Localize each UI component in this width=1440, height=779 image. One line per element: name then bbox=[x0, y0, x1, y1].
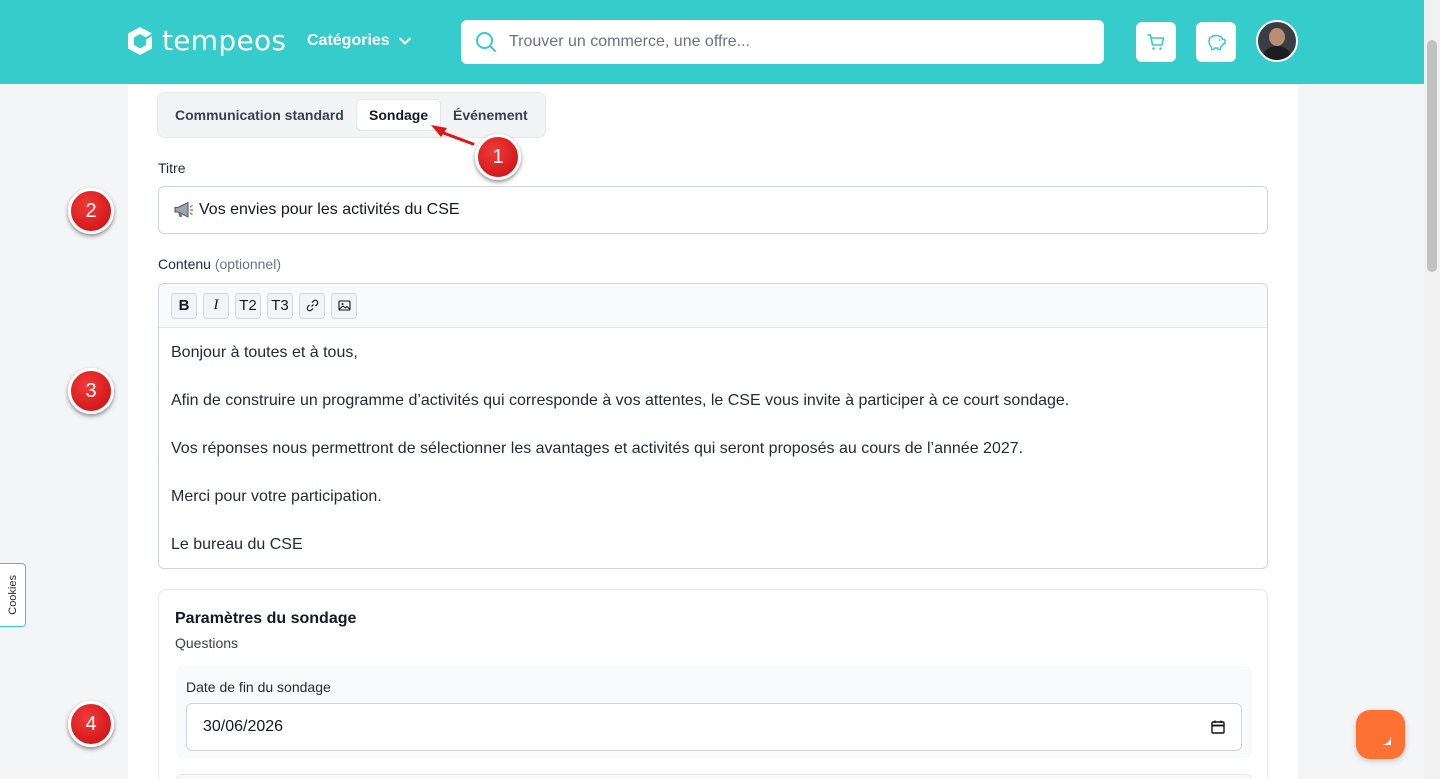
search-bar[interactable] bbox=[461, 20, 1104, 64]
calendar-icon[interactable] bbox=[1211, 720, 1225, 734]
chevron-down-icon bbox=[398, 37, 411, 45]
tab-communication-standard[interactable]: Communication standard bbox=[163, 99, 356, 131]
editor-toolbar: B I T2 T3 bbox=[159, 284, 1267, 328]
user-avatar[interactable] bbox=[1256, 20, 1298, 62]
end-date-input[interactable]: 30/06/2026 bbox=[186, 703, 1242, 751]
heading-2-button[interactable]: T2 bbox=[235, 292, 261, 319]
link-icon bbox=[306, 299, 318, 312]
categories-menu[interactable]: Catégories bbox=[307, 32, 412, 50]
logo-text: tempeos bbox=[162, 24, 287, 57]
scroll-thumb[interactable] bbox=[1427, 40, 1437, 272]
settings-subtitle: Questions bbox=[175, 635, 239, 651]
image-icon bbox=[337, 300, 351, 311]
page-scrollbar[interactable] bbox=[1424, 0, 1440, 779]
editor-content[interactable]: Bonjour à toutes et à tous, Afin de cons… bbox=[159, 328, 1267, 568]
italic-button[interactable]: I bbox=[203, 292, 229, 319]
content-paragraph: Merci pour votre participation. bbox=[171, 488, 382, 505]
end-date-value: 30/06/2026 bbox=[203, 718, 284, 735]
content-paragraph: Afin de construire un programme d’activi… bbox=[171, 392, 1070, 409]
piggy-bank-button[interactable] bbox=[1196, 22, 1236, 62]
content-paragraph: Bonjour à toutes et à tous, bbox=[171, 344, 358, 361]
next-settings-block bbox=[176, 774, 1252, 779]
settings-title: Paramètres du sondage bbox=[175, 610, 357, 627]
search-icon bbox=[476, 32, 496, 52]
content-label: Contenu (optionnel) bbox=[158, 256, 281, 272]
avatar-body bbox=[1262, 46, 1292, 60]
piggy-bank-icon bbox=[1208, 34, 1226, 51]
content-optional-hint: (optionnel) bbox=[214, 256, 281, 272]
chat-icon bbox=[1370, 724, 1391, 745]
image-button[interactable] bbox=[331, 292, 357, 319]
megaphone-icon bbox=[174, 201, 193, 218]
step-marker-2: 2 bbox=[68, 188, 114, 234]
search-input[interactable] bbox=[509, 33, 1069, 51]
title-input[interactable] bbox=[199, 201, 1099, 219]
cart-icon bbox=[1147, 34, 1165, 50]
end-date-block: Date de fin du sondage 30/06/2026 bbox=[176, 666, 1252, 758]
link-button[interactable] bbox=[299, 292, 325, 319]
cookies-label: Cookies bbox=[6, 575, 19, 615]
avatar-head bbox=[1269, 28, 1285, 46]
logo-icon bbox=[128, 27, 152, 55]
title-label: Titre bbox=[158, 160, 186, 176]
content-paragraph: Le bureau du CSE bbox=[171, 536, 303, 553]
step-marker-3: 3 bbox=[68, 368, 114, 414]
step-marker-1: 1 bbox=[475, 134, 521, 180]
title-field[interactable] bbox=[158, 186, 1268, 234]
chat-widget-button[interactable] bbox=[1356, 710, 1405, 759]
content-paragraph: Vos réponses nous permettront de sélecti… bbox=[171, 440, 1024, 457]
heading-3-button[interactable]: T3 bbox=[267, 292, 293, 319]
cart-button[interactable] bbox=[1136, 22, 1176, 62]
logo[interactable]: tempeos bbox=[126, 26, 286, 56]
communication-type-tabs: Communication standard Sondage Événement bbox=[157, 92, 546, 138]
content-label-text: Contenu bbox=[158, 256, 211, 272]
end-date-label: Date de fin du sondage bbox=[186, 679, 331, 695]
categories-label: Catégories bbox=[307, 32, 390, 49]
bold-button[interactable]: B bbox=[171, 292, 197, 319]
cookies-button[interactable]: Cookies bbox=[0, 563, 26, 627]
step-marker-4: 4 bbox=[68, 701, 114, 747]
survey-settings-card: Paramètres du sondage Questions Date de … bbox=[158, 589, 1268, 779]
rich-text-editor[interactable]: B I T2 T3 Bonjour à toutes et à tous, Af… bbox=[158, 283, 1268, 569]
top-header: tempeos Catégories bbox=[0, 0, 1424, 84]
